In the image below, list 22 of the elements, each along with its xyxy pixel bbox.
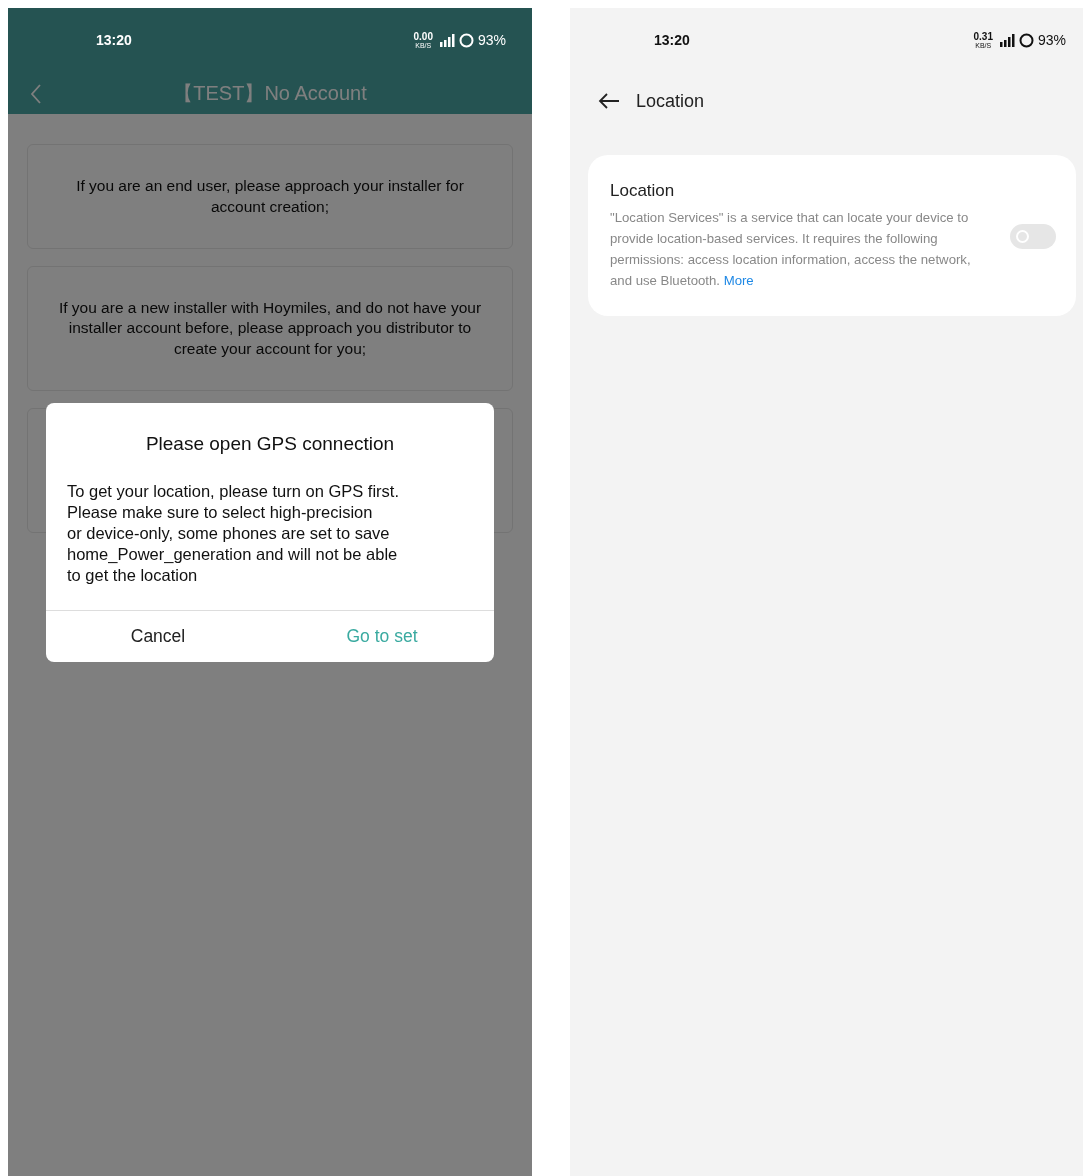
status-time: 13:20 [96, 32, 132, 48]
battery-icon [458, 32, 474, 48]
location-toggle[interactable] [1010, 223, 1056, 249]
setting-description: "Location Services" is a service that can locate your device to provide location-based services. It requires the following permissions: access location information, access the network, and use Bluetooth. More [610, 209, 972, 291]
dialog-message: To get your location, please turn on GPS first. Please make sure to select high-precision or device-only, some phones are set to save home_Power_generation and will not be able to get the location [66, 481, 400, 586]
back-arrow-icon[interactable] [598, 93, 620, 109]
battery-level: 93% [477, 32, 506, 48]
network-speed: 0.31 [973, 31, 993, 42]
dialog-title: Please open GPS connection [144, 432, 396, 455]
battery-icon [1018, 32, 1034, 48]
network-speed: 0.00 [413, 31, 433, 42]
screen-title: 【TEST】No Account [173, 80, 367, 106]
battery-level: 93% [1037, 32, 1066, 48]
go-to-set-button[interactable]: Go to set [270, 610, 494, 662]
more-link[interactable]: More [723, 273, 754, 289]
card-text: If you are a new installer with Hoymiles, and do not have your installer account before, please approach you distributor to create your account for you; [58, 298, 482, 359]
screen-title: Location [636, 90, 705, 112]
status-time: 13:20 [654, 32, 690, 48]
setting-title: Location [610, 181, 676, 201]
card-text: If you are an end user, please approach your installer for account creation; [75, 176, 465, 217]
back-icon[interactable] [30, 84, 42, 104]
cancel-button[interactable]: Cancel [46, 610, 270, 662]
